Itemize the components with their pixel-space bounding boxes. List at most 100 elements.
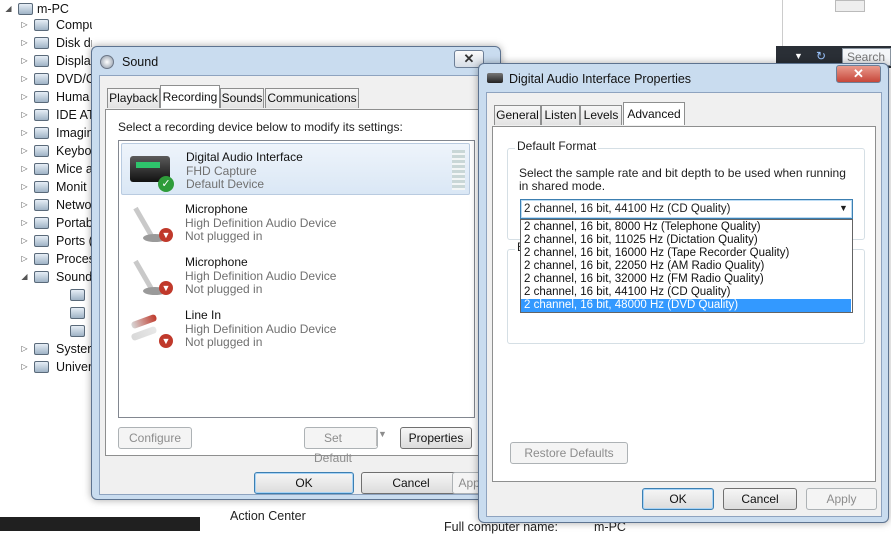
split-divider xyxy=(376,430,377,446)
device-category-icon xyxy=(34,37,49,49)
expand-arrow-icon[interactable]: ▷ xyxy=(20,340,29,358)
restore-defaults-button[interactable]: Restore Defaults xyxy=(510,442,628,464)
tree-item[interactable]: ▷ Computer xyxy=(0,16,92,34)
tree-item[interactable]: ▷ Syster xyxy=(0,340,92,358)
tree-item-label: Imagin xyxy=(56,126,92,140)
tab-levels[interactable]: Levels xyxy=(580,105,622,125)
format-dropdown-list[interactable]: 2 channel, 16 bit, 8000 Hz (Telephone Qu… xyxy=(520,219,853,313)
expand-arrow-icon[interactable]: ▷ xyxy=(20,358,29,376)
sound-ok-button[interactable]: OK xyxy=(254,472,354,494)
tree-item[interactable]: ▷ Keybo xyxy=(0,142,92,160)
expand-arrow-icon[interactable]: ▷ xyxy=(20,70,29,88)
tree-item[interactable]: ▷ Displa xyxy=(0,52,92,70)
tab-playback[interactable]: Playback xyxy=(107,88,160,108)
expand-arrow-icon[interactable]: ▷ xyxy=(20,196,29,214)
tree-child-item[interactable]: FH xyxy=(0,286,95,304)
set-default-button[interactable]: Set Default xyxy=(304,427,378,465)
tree-item[interactable]: ▷ Imagin xyxy=(0,124,92,142)
device-list[interactable]: ✓ Digital Audio Interface FHD Capture De… xyxy=(118,140,475,418)
device-status: Not plugged in xyxy=(185,229,263,243)
tab-general[interactable]: General xyxy=(494,105,541,125)
device-name: Microphone xyxy=(185,202,248,216)
properties-dialog-title: Digital Audio Interface Properties xyxy=(509,72,692,86)
device-name: Digital Audio Interface xyxy=(186,150,303,164)
properties-tab-strip: General Listen Levels Advanced xyxy=(492,102,877,127)
tab-communications[interactable]: Communications xyxy=(265,88,359,108)
format-option[interactable]: 2 channel, 16 bit, 48000 Hz (DVD Quality… xyxy=(521,299,851,312)
device-category-icon xyxy=(34,145,49,157)
device-icon xyxy=(487,73,503,83)
action-center-link[interactable]: Action Center xyxy=(230,509,306,523)
format-option[interactable]: 2 channel, 16 bit, 22050 Hz (AM Radio Qu… xyxy=(521,260,851,273)
speaker-icon xyxy=(100,55,114,69)
microphone-icon: ▼ xyxy=(127,253,175,297)
expand-arrow-icon[interactable]: ▷ xyxy=(20,52,29,70)
expand-arrow-icon[interactable]: ▷ xyxy=(20,142,29,160)
device-item-microphone-1[interactable]: ▼ Microphone High Definition Audio Devic… xyxy=(121,196,470,248)
expand-arrow-icon[interactable]: ▷ xyxy=(20,250,29,268)
expand-arrow-icon[interactable]: ▷ xyxy=(20,214,29,232)
device-category-icon xyxy=(34,109,49,121)
expand-arrow-icon[interactable]: ▷ xyxy=(20,106,29,124)
tree-item[interactable]: ▷ IDE AT xyxy=(0,106,92,124)
format-option[interactable]: 2 channel, 16 bit, 11025 Hz (Dictation Q… xyxy=(521,234,851,247)
tab-sounds[interactable]: Sounds xyxy=(220,88,264,108)
device-description: High Definition Audio Device xyxy=(185,216,337,230)
device-item-digital-audio-interface[interactable]: ✓ Digital Audio Interface FHD Capture De… xyxy=(121,143,470,195)
device-item-line-in[interactable]: ▼ Line In High Definition Audio Device N… xyxy=(121,302,470,354)
expand-arrow-icon[interactable]: ▷ xyxy=(20,124,29,142)
level-meter xyxy=(452,150,465,190)
format-option[interactable]: 2 channel, 16 bit, 32000 Hz (FM Radio Qu… xyxy=(521,273,851,286)
sound-cancel-button[interactable]: Cancel xyxy=(361,472,461,494)
properties-button[interactable]: Properties xyxy=(400,427,472,449)
device-name: Line In xyxy=(185,308,222,322)
tree-item[interactable]: ▷ DVD/C xyxy=(0,70,92,88)
tree-item[interactable]: ▷ Netwo xyxy=(0,196,92,214)
advanced-tab-panel: Default Format Select the sample rate an… xyxy=(492,126,876,482)
tree-item[interactable]: ◢ Sound xyxy=(0,268,92,286)
close-icon[interactable]: ✕ xyxy=(836,65,881,83)
tree-item[interactable]: ▷ Proces xyxy=(0,250,92,268)
tree-item-label: Monit xyxy=(56,180,87,194)
chevron-down-icon[interactable]: ▼ xyxy=(378,429,387,439)
expand-arrow-icon[interactable]: ▷ xyxy=(20,232,29,250)
tree-item[interactable]: ▷ Disk drives xyxy=(0,34,92,52)
tab-listen[interactable]: Listen xyxy=(541,105,580,125)
device-category-icon xyxy=(34,217,49,229)
tree-item[interactable]: ▷ Ports ( xyxy=(0,232,92,250)
properties-cancel-button[interactable]: Cancel xyxy=(723,488,797,510)
expand-arrow-icon[interactable]: ▷ xyxy=(20,16,29,34)
unplugged-icon: ▼ xyxy=(159,228,173,242)
tab-recording[interactable]: Recording xyxy=(160,85,220,108)
refresh-icon[interactable]: ↻ xyxy=(816,49,826,63)
device-item-microphone-2[interactable]: ▼ Microphone High Definition Audio Devic… xyxy=(121,249,470,301)
tree-child-item[interactable]: Hi xyxy=(0,304,95,322)
tree-item[interactable]: ▷ Monit xyxy=(0,178,92,196)
chevron-down-icon[interactable]: ▼ xyxy=(839,203,848,213)
expand-arrow-icon[interactable]: ▷ xyxy=(20,88,29,106)
format-select[interactable]: 2 channel, 16 bit, 44100 Hz (CD Quality)… xyxy=(520,199,853,219)
configure-button[interactable]: Configure xyxy=(118,427,192,449)
device-category-icon xyxy=(34,235,49,247)
chevron-down-icon[interactable]: ▼ xyxy=(794,51,803,61)
tree-item[interactable]: ▷ Mice a xyxy=(0,160,92,178)
tree-child-item[interactable]: Hi xyxy=(0,322,95,340)
tab-advanced[interactable]: Advanced xyxy=(623,102,685,125)
device-category-icon xyxy=(70,307,85,319)
line-in-icon: ▼ xyxy=(127,306,175,350)
sound-dialog-title: Sound xyxy=(122,55,159,69)
collapse-arrow-icon[interactable]: ◢ xyxy=(20,268,29,286)
properties-apply-button[interactable]: Apply xyxy=(806,488,877,510)
properties-ok-button[interactable]: OK xyxy=(642,488,714,510)
tree-item[interactable]: ▷ Univer xyxy=(0,358,92,376)
tree-item[interactable]: ▷ Portab xyxy=(0,214,92,232)
tree-item[interactable]: ▷ Huma xyxy=(0,88,92,106)
expand-arrow-icon[interactable]: ▷ xyxy=(20,160,29,178)
format-option[interactable]: 2 channel, 16 bit, 16000 Hz (Tape Record… xyxy=(521,247,851,260)
format-option[interactable]: 2 channel, 16 bit, 8000 Hz (Telephone Qu… xyxy=(521,221,851,234)
expand-arrow-icon[interactable]: ▷ xyxy=(20,34,29,52)
format-option[interactable]: 2 channel, 16 bit, 44100 Hz (CD Quality) xyxy=(521,286,851,299)
format-select-value: 2 channel, 16 bit, 44100 Hz (CD Quality) xyxy=(524,203,731,215)
expand-arrow-icon[interactable]: ▷ xyxy=(20,178,29,196)
device-status: Not plugged in xyxy=(185,335,263,349)
